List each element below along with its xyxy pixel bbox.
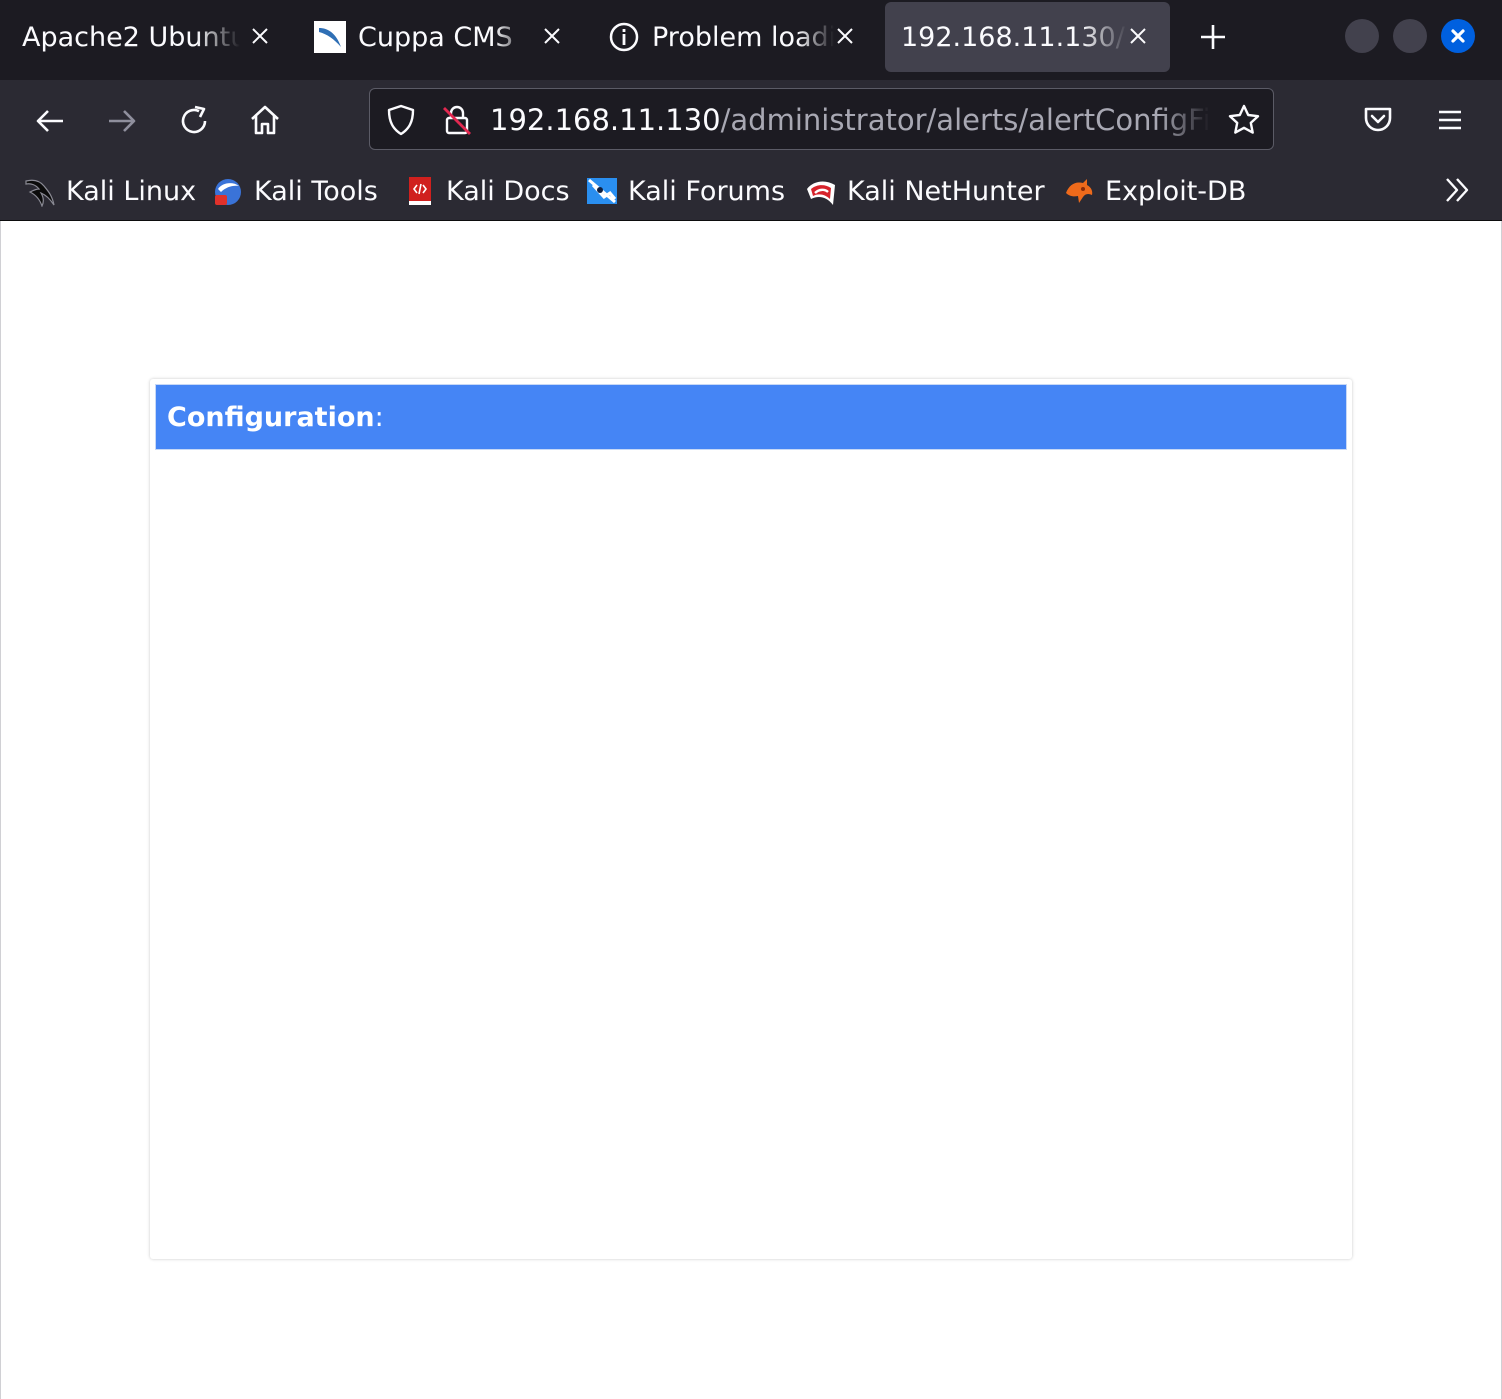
browser-window: Apache2 Ubuntu Default Page: It works Cu… <box>0 0 1502 1399</box>
close-tab-icon[interactable] <box>248 24 272 48</box>
pocket-button[interactable] <box>1358 100 1398 140</box>
reload-button[interactable] <box>174 101 214 141</box>
bookmark-kali-nethunter[interactable]: Kali NetHunter <box>805 172 1045 210</box>
exploit-db-icon <box>1066 179 1093 203</box>
bookmark-kali-linux[interactable]: Kali Linux <box>24 172 196 210</box>
plus-icon <box>1201 25 1225 49</box>
bookmarks-toolbar: Kali Linux Kali Tools Kali Docs Kali For… <box>0 160 1502 221</box>
panel-title-colon: : <box>374 401 384 433</box>
close-tab-icon[interactable] <box>833 24 857 48</box>
close-tab-icon[interactable] <box>1126 24 1150 48</box>
bookmark-exploit-db[interactable]: Exploit-DB <box>1063 172 1246 210</box>
maximize-button[interactable] <box>1393 19 1427 53</box>
more-bookmarks-button[interactable] <box>1437 170 1477 210</box>
url-path: /administrator/alerts/alertConfigField.p… <box>720 103 1210 137</box>
page-viewport: Configuration: <box>0 221 1502 1399</box>
bookmark-label: Kali Docs <box>446 175 570 207</box>
bookmark-label: Kali NetHunter <box>847 175 1045 207</box>
configuration-panel: Configuration: <box>150 379 1352 1259</box>
close-tab-icon[interactable] <box>540 24 564 48</box>
bookmark-label: Exploit-DB <box>1105 175 1247 207</box>
info-icon <box>609 22 639 52</box>
configuration-header: Configuration: <box>155 384 1347 450</box>
tab-cuppa-cms[interactable]: Cuppa CMS <box>302 2 586 72</box>
reload-icon <box>181 105 207 134</box>
arrow-left-icon <box>36 110 63 132</box>
tab-title: Cuppa CMS <box>358 21 513 53</box>
bookmark-star-icon[interactable] <box>1227 103 1261 137</box>
minimize-button[interactable] <box>1345 19 1379 53</box>
panel-title: Configuration <box>167 401 375 433</box>
close-window-button[interactable] <box>1441 19 1475 53</box>
bookmark-label: Kali Linux <box>66 175 197 207</box>
back-button[interactable] <box>30 101 70 141</box>
kali-tools-icon <box>215 179 241 205</box>
hamburger-menu-icon <box>1439 110 1461 130</box>
close-icon <box>1451 29 1465 43</box>
bookmark-kali-forums[interactable]: Kali Forums <box>586 172 785 210</box>
cuppa-favicon-icon <box>314 21 346 53</box>
home-icon <box>251 105 279 135</box>
insecure-lock-icon[interactable] <box>440 103 474 137</box>
tab-problem-loading[interactable]: Problem loading page <box>596 2 876 72</box>
pocket-icon <box>1364 107 1392 132</box>
arrow-right-icon <box>109 110 136 132</box>
kali-dragon-icon <box>25 179 55 207</box>
home-button[interactable] <box>245 100 285 140</box>
tab-alert-config-active[interactable]: 192.168.11.130/administrator/alerts/aler… <box>885 2 1170 72</box>
chevron-double-right-icon <box>1446 178 1469 202</box>
forward-button[interactable] <box>102 101 142 141</box>
bookmark-kali-tools[interactable]: Kali Tools <box>212 172 378 210</box>
kali-docs-icon <box>409 177 431 205</box>
bookmark-label: Kali Tools <box>254 175 378 207</box>
new-tab-button[interactable] <box>1196 20 1230 54</box>
url-text[interactable]: 192.168.11.130/administrator/alerts/aler… <box>490 102 1210 138</box>
shield-icon[interactable] <box>385 104 417 136</box>
kali-nethunter-icon <box>807 181 835 205</box>
tab-title: Apache2 Ubuntu Default Page: It works <box>22 21 240 53</box>
url-host: 192.168.11.130 <box>490 103 721 137</box>
address-bar[interactable]: 192.168.11.130/administrator/alerts/aler… <box>369 88 1274 150</box>
bookmark-kali-docs[interactable]: Kali Docs <box>404 172 570 210</box>
tab-apache[interactable]: Apache2 Ubuntu Default Page: It works <box>10 2 290 72</box>
app-menu-button[interactable] <box>1430 100 1470 140</box>
kali-forums-icon <box>587 178 617 204</box>
tab-title: Problem loading page <box>652 21 834 53</box>
tab-title: 192.168.11.130/administrator/alerts/aler… <box>901 21 1127 53</box>
tab-strip: Apache2 Ubuntu Default Page: It works Cu… <box>0 0 1502 80</box>
bookmark-label: Kali Forums <box>628 175 786 207</box>
